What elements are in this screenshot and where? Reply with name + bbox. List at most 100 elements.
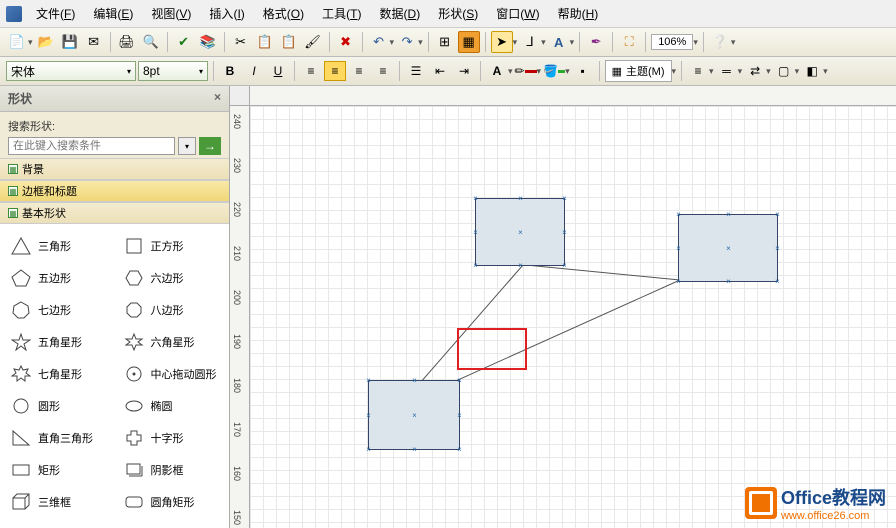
fullscreen-icon[interactable]: ⛶ [618,31,640,53]
shape-ellipse[interactable]: 椭圆 [115,390,228,422]
menu-help[interactable]: 帮助(H) [550,3,607,24]
formatting-toolbar: 宋体▾ 8pt▾ B I U ≡ ≡ ≡ ≡ ☰ ⇤ ⇥ A▾ ✏▾ 🪣▾ ▪ … [0,57,896,86]
menu-shapes[interactable]: 形状(S) [430,3,486,24]
copy-icon[interactable]: 📋 [254,31,276,53]
panel-title: 形状 [8,90,32,107]
canvas-area: 240 230 220 210 200 190 180 170 160 150 [230,86,896,528]
watermark-icon [745,487,777,519]
category-background[interactable]: ▦背景 [0,158,229,180]
delete-icon[interactable]: ✖ [335,31,357,53]
shape-3d-box[interactable]: 三维框 [2,486,115,518]
align-left-button[interactable]: ≡ [300,61,322,81]
shapes-panel: 形状 × 搜索形状: ▾ → ▦背景 ▦边框和标题 ▦基本形状 三角形 正方形 [0,86,230,528]
shape-rectangle[interactable]: 矩形 [2,454,115,486]
ruler-corner [230,86,250,106]
shape-right-triangle[interactable]: 直角三角形 [2,422,115,454]
line-ends-button[interactable]: ⇄ [744,61,766,81]
bold-button[interactable]: B [219,61,241,81]
menu-edit[interactable]: 编辑(E) [85,3,141,24]
shape-heptagon[interactable]: 七边形 [2,294,115,326]
shape-star5[interactable]: 五角星形 [2,326,115,358]
shape-cross[interactable]: 十字形 [115,422,228,454]
font-color-button[interactable]: A [486,61,508,81]
indent-increase-button[interactable]: ⇥ [453,61,475,81]
app-icon [6,6,22,22]
menu-format[interactable]: 格式(O) [255,3,312,24]
watermark: Office教程网 www.office26.com [745,484,886,522]
shape-rect-3[interactable]: ××× ××× ××× [368,380,460,450]
align-center-button[interactable]: ≡ [324,61,346,81]
cut-icon[interactable]: ✂ [230,31,252,53]
help-icon[interactable]: ❔ [709,31,731,53]
menu-file[interactable]: 文件(F) [28,3,83,24]
standard-toolbar: 📄▾ 📂 💾 ✉ 🖨 🔍 ✔ 📚 ✂ 📋 📋 🖌 ✖ ↶▾ ↷▾ ⊞ ▦ ➤▾ … [0,28,896,57]
shape-circle[interactable]: 圆形 [2,390,115,422]
menubar: 文件(F) 编辑(E) 视图(V) 插入(I) 格式(O) 工具(T) 数据(D… [0,0,896,28]
search-go-button[interactable]: → [199,137,221,155]
transparency-button[interactable]: ◧ [801,61,823,81]
format-painter-icon[interactable]: 🖌 [302,31,324,53]
align-justify-button[interactable]: ≡ [372,61,394,81]
zoom-combo[interactable]: 106% [651,34,693,50]
menu-data[interactable]: 数据(D) [372,3,429,24]
theme-button[interactable]: ▦ 主题(M) [605,60,672,82]
corner-style-button[interactable]: ▢ [773,61,795,81]
shape-shadow-box[interactable]: 阴影框 [115,454,228,486]
undo-icon[interactable]: ↶ [368,31,390,53]
shape-rect-2[interactable]: ××× ××× ××× [678,214,778,282]
font-combo[interactable]: 宋体▾ [6,61,136,81]
connector-icon[interactable]: ⅃ [519,31,541,53]
line-weight-button[interactable]: ≡ [687,61,709,81]
print-preview-icon[interactable]: 🔍 [140,31,162,53]
paste-icon[interactable]: 📋 [278,31,300,53]
search-dropdown-icon[interactable]: ▾ [178,137,196,155]
align-right-button[interactable]: ≡ [348,61,370,81]
text-icon[interactable]: A [548,31,570,53]
drawing-canvas[interactable]: ××× ××× ××× ××× ××× ××× ××× ××× ××× [250,106,896,528]
bullets-button[interactable]: ☰ [405,61,427,81]
search-input[interactable] [8,137,175,155]
search-label: 搜索形状: [8,118,221,134]
shape-star6[interactable]: 六角星形 [115,326,228,358]
drawing-icon[interactable]: ▦ [458,31,480,53]
save-icon[interactable]: 💾 [59,31,81,53]
shape-grid: 三角形 正方形 五边形 六边形 七边形 八边形 五角星形 六角星形 七角星形 [0,224,229,528]
shape-hexagon[interactable]: 六边形 [115,262,228,294]
size-combo[interactable]: 8pt▾ [138,61,208,81]
ruler-vertical[interactable]: 240 230 220 210 200 190 180 170 160 150 [230,106,250,528]
menu-tools[interactable]: 工具(T) [314,3,369,24]
category-basic-shapes[interactable]: ▦基本形状 [0,202,229,224]
menu-insert[interactable]: 插入(I) [201,3,252,24]
line-color-button[interactable]: ✏ [515,61,537,81]
menu-window[interactable]: 窗口(W) [488,3,547,24]
line-style-button[interactable]: ═ [716,61,738,81]
shape-pentagon[interactable]: 五边形 [2,262,115,294]
indent-decrease-button[interactable]: ⇤ [429,61,451,81]
menu-view[interactable]: 视图(V) [143,3,199,24]
italic-button[interactable]: I [243,61,265,81]
mail-icon[interactable]: ✉ [83,31,105,53]
shadow-button[interactable]: ▪ [572,61,594,81]
shapes-window-icon[interactable]: ⊞ [434,31,456,53]
open-icon[interactable]: 📂 [35,31,57,53]
panel-header: 形状 × [0,86,229,112]
shape-octagon[interactable]: 八边形 [115,294,228,326]
shape-triangle[interactable]: 三角形 [2,230,115,262]
pointer-icon[interactable]: ➤ [491,31,513,53]
close-icon[interactable]: × [214,90,221,107]
research-icon[interactable]: 📚 [197,31,219,53]
underline-button[interactable]: U [267,61,289,81]
ruler-horizontal[interactable] [250,86,896,106]
print-icon[interactable]: 🖨 [116,31,138,53]
spell-icon[interactable]: ✔ [173,31,195,53]
shape-center-drag-circle[interactable]: 中心拖动圆形 [115,358,228,390]
ink-icon[interactable]: ✒ [585,31,607,53]
shape-square[interactable]: 正方形 [115,230,228,262]
new-icon[interactable]: 📄 [6,31,28,53]
shape-rect-1[interactable]: ××× ××× ××× [475,198,565,266]
fill-color-button[interactable]: 🪣 [543,61,565,81]
shape-star7[interactable]: 七角星形 [2,358,115,390]
shape-rounded-rect[interactable]: 圆角矩形 [115,486,228,518]
category-borders-titles[interactable]: ▦边框和标题 [0,180,229,202]
redo-icon[interactable]: ↷ [396,31,418,53]
